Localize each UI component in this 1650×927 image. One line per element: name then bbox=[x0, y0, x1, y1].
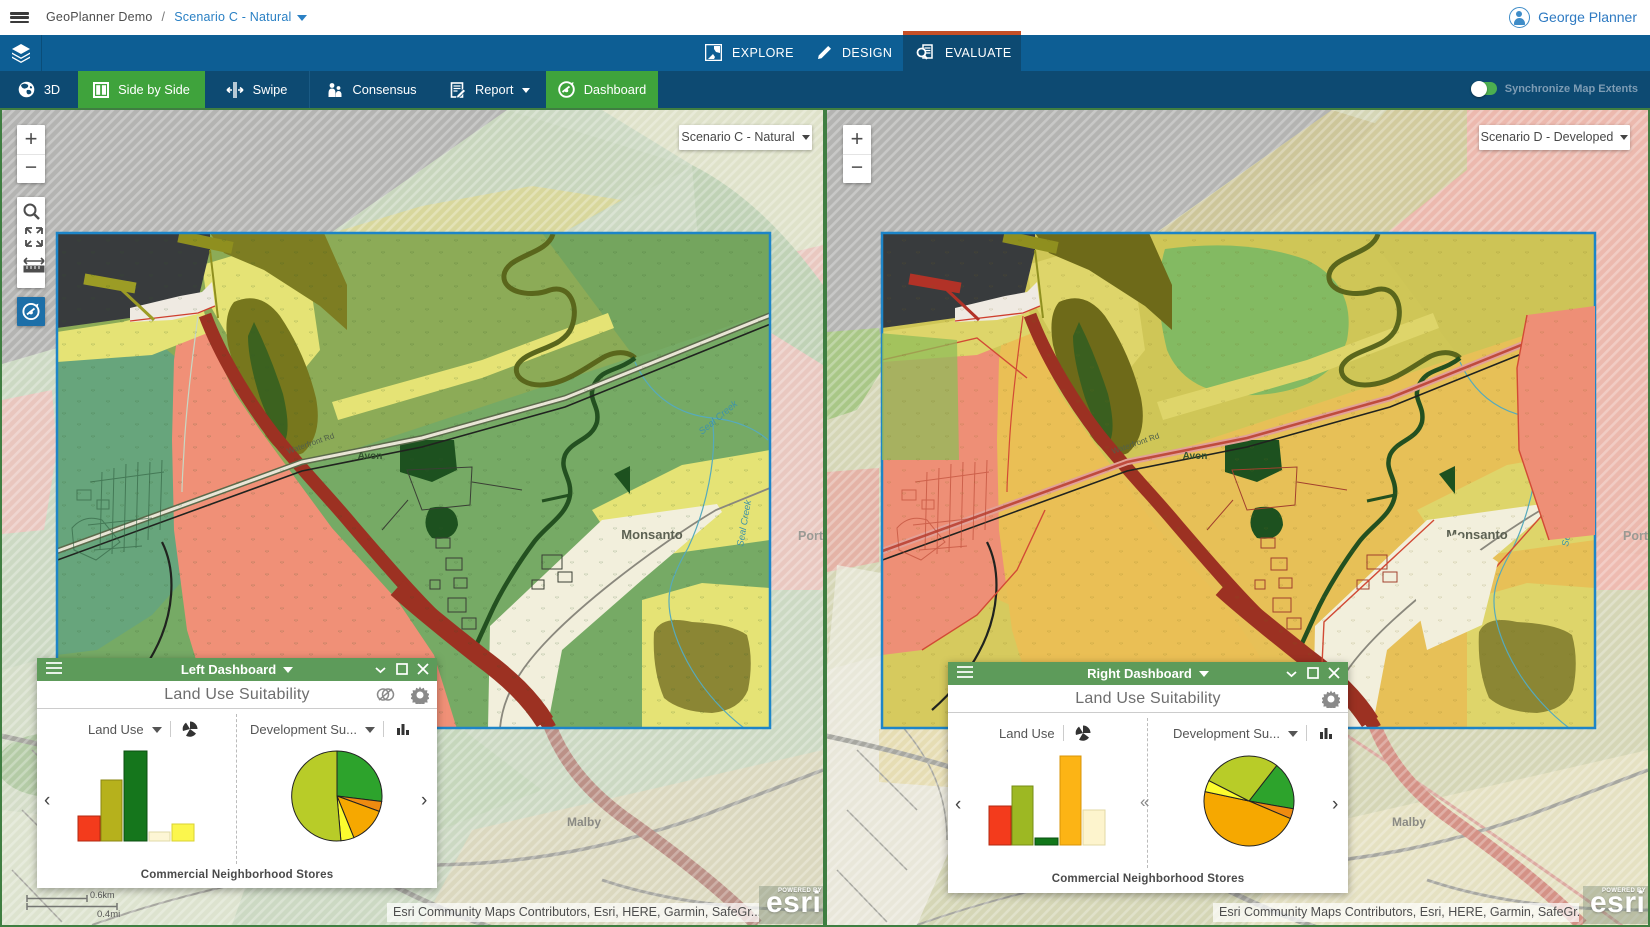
svg-text:0.6km: 0.6km bbox=[90, 890, 115, 900]
svg-text:0.4mi: 0.4mi bbox=[97, 909, 120, 920]
